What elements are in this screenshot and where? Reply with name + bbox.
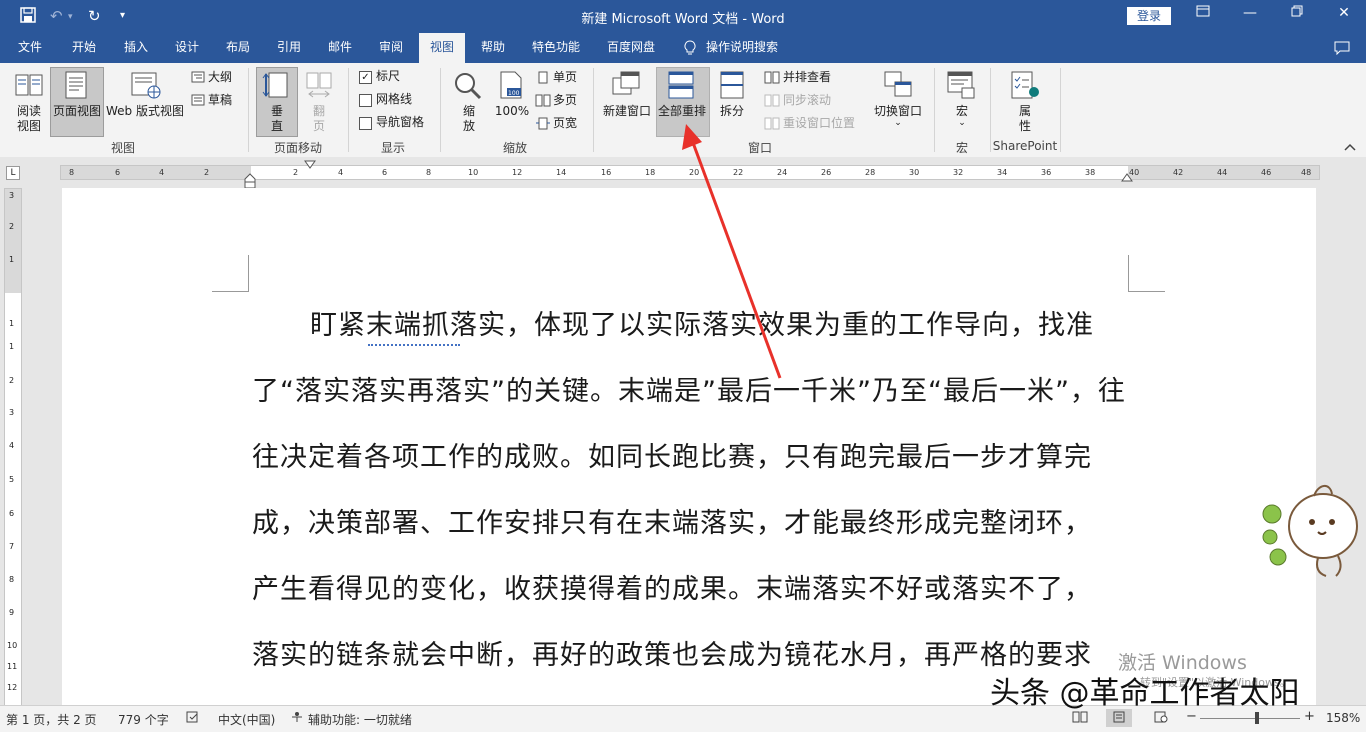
zoom-slider-track[interactable] [1200, 718, 1300, 719]
word-count[interactable]: 779 个字 [118, 711, 169, 728]
proofing-icon[interactable] [186, 711, 200, 726]
attribution-watermark: 头条 @革命工作者太阳 [990, 676, 1300, 711]
zoom-in-button[interactable]: + [1304, 709, 1315, 724]
annotation-arrow [682, 124, 782, 379]
zoom-level[interactable]: 158% [1326, 711, 1360, 725]
zoom-slider-thumb[interactable] [1255, 712, 1259, 724]
read-mode-status-icon[interactable] [1072, 711, 1088, 726]
language-status[interactable]: 中文(中国) [218, 711, 275, 728]
print-layout-status-icon[interactable] [1112, 711, 1126, 726]
accessibility-status[interactable]: 辅助功能: 一切就绪 [308, 711, 412, 728]
page-count[interactable]: 第 1 页，共 2 页 [6, 711, 97, 728]
web-layout-status-icon[interactable] [1154, 711, 1168, 726]
accessibility-icon [290, 711, 304, 726]
cartoon-sticker [1262, 485, 1358, 577]
